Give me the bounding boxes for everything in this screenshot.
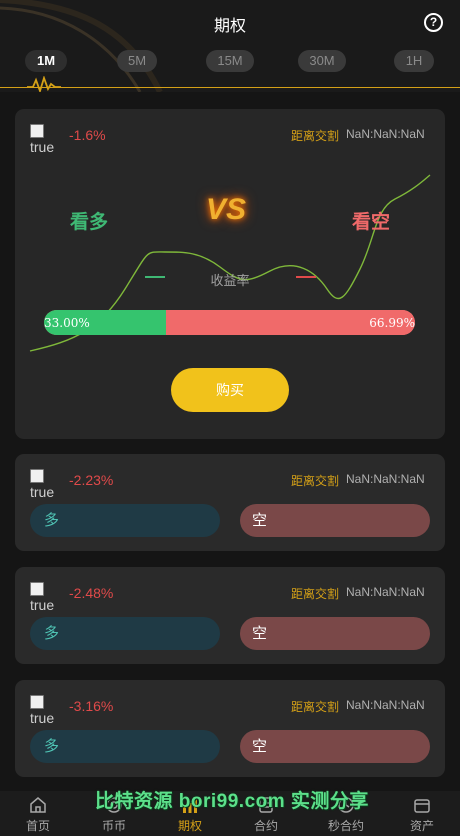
countdown-label: 距离交割 [291,587,340,601]
nav-exchange[interactable]: 币币 [76,791,152,836]
tab-1h[interactable]: 1H [394,50,434,72]
countdown-value: NaN:NaN:NaN [346,698,425,712]
yield-label: 收益率 [210,273,250,288]
tab-1m[interactable]: 1M [25,50,67,72]
nav-label: 首页 [25,819,50,833]
nav-assets[interactable]: 资产 [384,791,460,836]
nav-label: 合约 [253,819,278,833]
nav-contract[interactable]: 合约 [228,791,304,836]
long-button[interactable]: 多 [30,730,220,763]
bottom-nav: 首页 币币 期权 合约 秒合约 资产 [0,791,460,836]
nav-label: 期权 [177,819,202,833]
buy-button[interactable]: 购买 [171,368,289,412]
timer-icon [338,797,354,813]
broken-image-icon [30,124,44,138]
coin-image-alt: true [30,484,55,500]
short-button[interactable]: 空 [240,617,430,650]
option-card: true -3.16% 距离交割 NaN:NaN:NaN 多 空 [15,680,445,777]
option-card: true -2.23% 距离交割 NaN:NaN:NaN 多 空 [15,454,445,551]
tab-15m[interactable]: 15M [206,50,254,72]
nav-options[interactable]: 期权 [152,791,228,836]
long-short-ratio-bar: 33.00% 66.99% [44,310,415,335]
broken-image-icon [30,582,44,596]
short-ratio-text: 66.99% [369,316,415,330]
coin-image-alt: true [30,597,55,613]
exchange-icon [106,797,122,813]
nav-second-contract[interactable]: 秒合约 [308,791,384,836]
coin-image-alt: true [30,139,55,155]
broken-image-icon [30,469,44,483]
contract-icon [259,797,273,813]
active-tab-pulse-icon [27,76,61,92]
countdown-value: NaN:NaN:NaN [346,127,425,141]
short-label: 看空 [352,212,391,233]
countdown-label: 距离交割 [291,700,340,714]
long-ratio-text: 33.00% [44,316,90,330]
tab-5m[interactable]: 5M [117,50,157,72]
page-title: 期权 [213,18,246,35]
main-option-card: true -1.6% 距离交割 NaN:NaN:NaN 看多 VS 看空 收益率… [15,109,445,439]
nav-label: 资产 [409,819,434,833]
price-change: -2.23% [69,472,114,488]
period-tabs: 1M 5M 15M 30M 1H [0,46,460,92]
chart-bars-icon [183,799,197,813]
vs-icon: VS [206,193,247,226]
long-button[interactable]: 多 [30,504,220,537]
short-button[interactable]: 空 [240,504,430,537]
nav-label: 秒合约 [327,819,364,833]
long-button[interactable]: 多 [30,617,220,650]
coin-image-alt: true [30,710,55,726]
header-bar: 期权 ? [0,0,460,46]
home-icon [30,797,46,813]
short-marker [296,276,316,278]
short-button[interactable]: 空 [240,730,430,763]
countdown-label: 距离交割 [291,474,340,488]
countdown-value: NaN:NaN:NaN [346,585,425,599]
tabs-underline [0,87,460,88]
nav-label: 币币 [101,819,126,833]
question-circle-icon[interactable]: ? [424,13,443,32]
wallet-icon [414,799,430,813]
price-change: -2.48% [69,585,114,601]
price-change: -1.6% [69,127,106,143]
nav-home[interactable]: 首页 [0,791,76,836]
long-label: 看多 [70,212,109,233]
price-change: -3.16% [69,698,114,714]
countdown-label: 距离交割 [291,129,340,143]
broken-image-icon [30,695,44,709]
option-card: true -2.48% 距离交割 NaN:NaN:NaN 多 空 [15,567,445,664]
countdown-value: NaN:NaN:NaN [346,472,425,486]
tab-30m[interactable]: 30M [298,50,346,72]
